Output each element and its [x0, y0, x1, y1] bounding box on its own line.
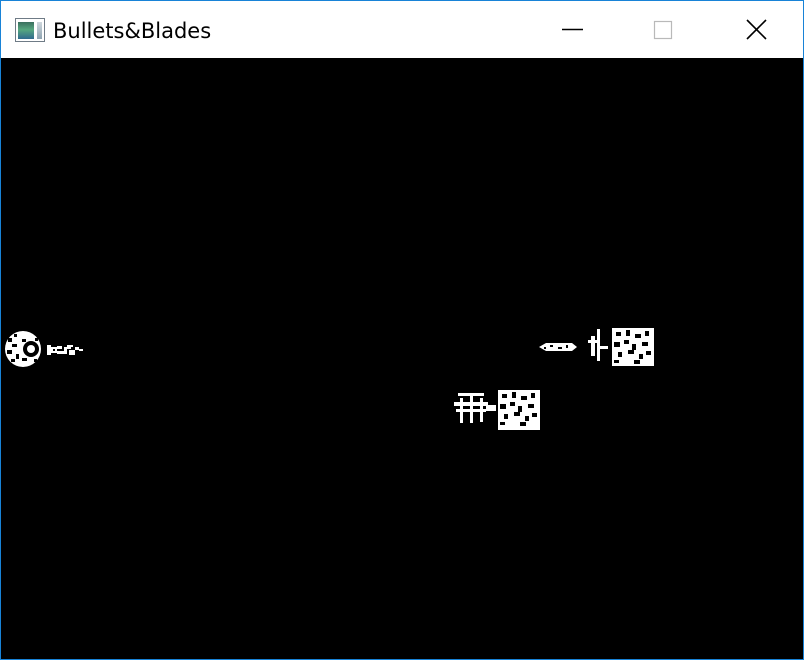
- game-canvas[interactable]: [1, 58, 803, 659]
- player-ship: [5, 331, 41, 367]
- player-bullet: [47, 345, 83, 355]
- maximize-icon: [653, 20, 673, 40]
- window-title: Bullets&Blades: [53, 19, 212, 43]
- app-window-icon[interactable]: [15, 18, 45, 42]
- title-bar[interactable]: Bullets&Blades: [1, 1, 803, 58]
- enemy-bullet: [539, 343, 577, 351]
- close-button[interactable]: [733, 1, 779, 58]
- minimize-icon: [562, 28, 583, 31]
- enemy-ship: [588, 328, 654, 366]
- enemy-ship: [454, 390, 540, 430]
- app-window: Bullets&Blades: [0, 0, 804, 660]
- minimize-button[interactable]: [549, 1, 595, 58]
- close-icon: [746, 19, 767, 40]
- maximize-button[interactable]: [639, 1, 685, 58]
